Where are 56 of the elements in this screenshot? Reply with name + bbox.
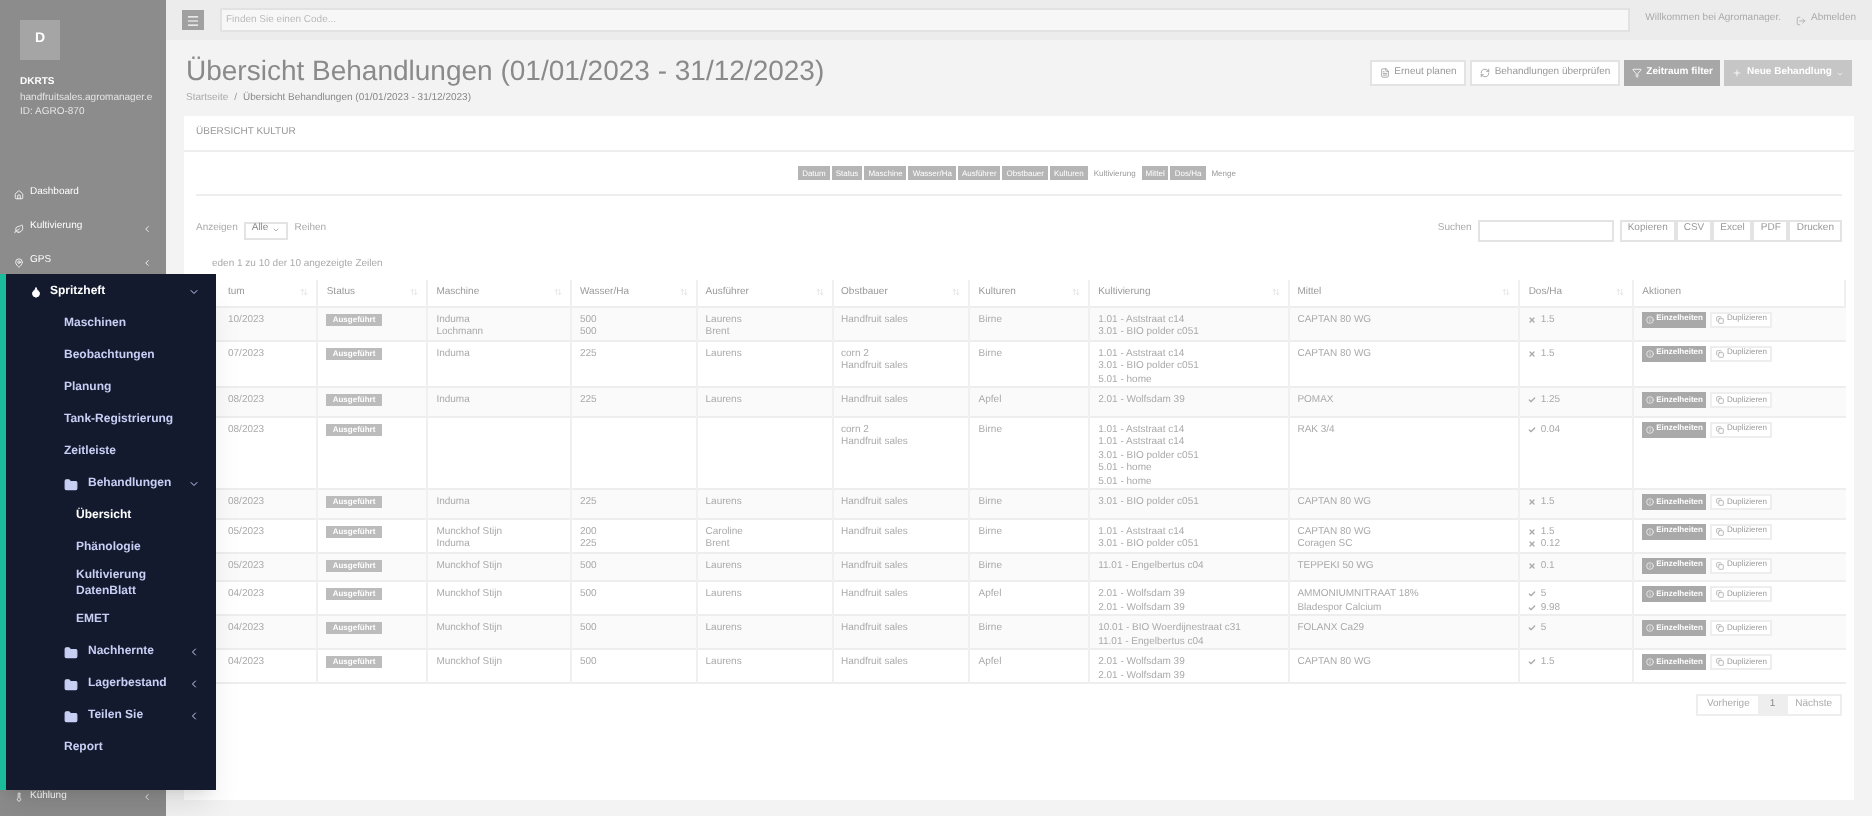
button-icon <box>1480 68 1491 78</box>
info-icon <box>1646 396 1655 404</box>
info-icon <box>1646 658 1655 666</box>
copy-icon <box>1716 315 1725 323</box>
copy-icon <box>1716 590 1725 598</box>
info-icon <box>1646 498 1655 506</box>
cross-icon <box>1528 498 1537 507</box>
copy-icon <box>1716 498 1725 506</box>
cross-icon <box>1528 527 1537 536</box>
menu-icon <box>186 13 200 27</box>
copy-icon <box>1716 658 1725 666</box>
nav-icon <box>14 257 24 267</box>
check-icon <box>1528 624 1537 633</box>
cross-icon <box>1528 315 1537 324</box>
cross-icon <box>1528 349 1537 358</box>
info-icon <box>1646 561 1655 569</box>
info-icon <box>1646 315 1655 323</box>
nav-icon <box>14 223 24 233</box>
folder-icon <box>64 477 78 491</box>
copy-icon <box>1716 527 1725 535</box>
folder-icon <box>64 645 78 659</box>
info-icon <box>1646 590 1655 598</box>
check-icon <box>1528 658 1537 667</box>
folder-icon <box>64 709 78 723</box>
button-icon <box>1632 68 1643 78</box>
nav-icon <box>14 189 24 199</box>
button-icon <box>1380 68 1391 78</box>
folder-icon <box>64 677 78 691</box>
page-title: Übersicht Behandlungen (01/01/2023 - 31/12/2023) <box>186 52 825 88</box>
chevron-left-icon <box>142 792 152 802</box>
drop-icon <box>30 286 42 298</box>
nav-icon <box>14 792 24 802</box>
cross-icon <box>1528 561 1537 570</box>
logout-icon <box>1796 15 1807 25</box>
check-icon <box>1528 396 1537 405</box>
chevron-down-icon <box>188 478 200 490</box>
info-icon <box>1646 349 1655 357</box>
chevron-left-icon <box>188 646 200 658</box>
chevron-left-icon <box>188 710 200 722</box>
table-search-field[interactable] <box>1477 219 1614 241</box>
info-icon <box>1646 425 1655 433</box>
copy-icon <box>1716 624 1725 632</box>
info-icon <box>1646 527 1655 535</box>
chevron-left-icon <box>188 678 200 690</box>
copy-icon <box>1716 349 1725 357</box>
info-icon <box>1646 624 1655 632</box>
copy-icon <box>1716 425 1725 433</box>
chevron-left-icon <box>142 223 152 233</box>
button-icon <box>1732 68 1743 78</box>
menu-button[interactable] <box>182 10 204 30</box>
cross-icon <box>1528 540 1537 549</box>
chevron-left-icon <box>142 257 152 267</box>
copy-icon <box>1716 561 1725 569</box>
check-icon <box>1528 425 1537 434</box>
chevron-down-icon <box>188 286 200 298</box>
copy-icon <box>1716 396 1725 404</box>
